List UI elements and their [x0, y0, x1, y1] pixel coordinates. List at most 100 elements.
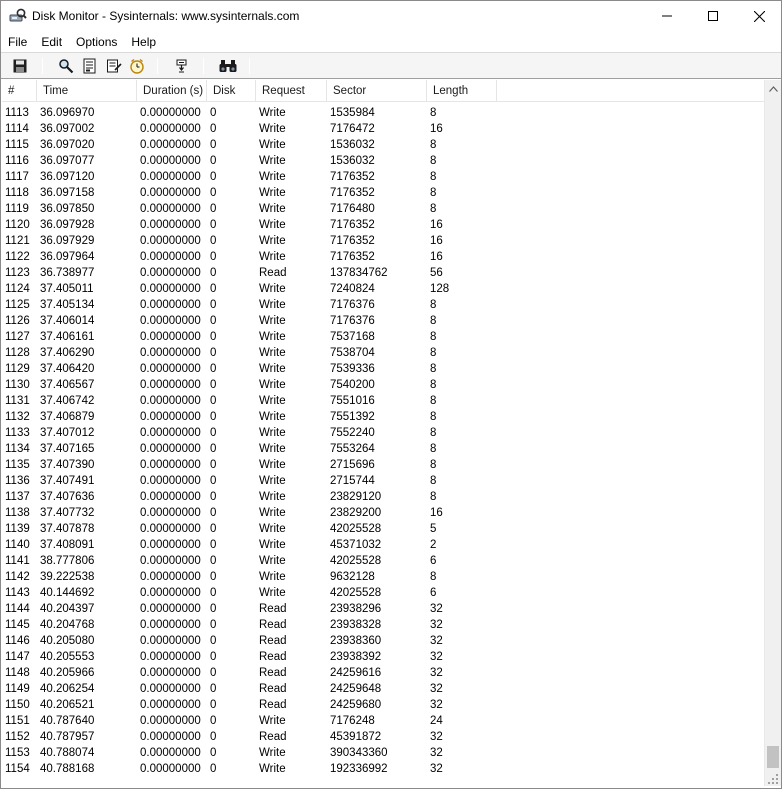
table-row[interactable]: 1124 37.405011 0.00000000 0 Write 7240824 128	[2, 281, 764, 297]
cell-disk: 0	[210, 491, 217, 503]
close-button[interactable]	[736, 1, 782, 31]
table-row[interactable]: 1130 37.406567 0.00000000 0 Write 7540200 8	[2, 377, 764, 393]
table-row[interactable]: 1138 37.407732 0.00000000 0 Write 23829200 16	[2, 505, 764, 521]
table-row[interactable]: 1147 40.205553 0.00000000 0 Read 23938392 32	[2, 649, 764, 665]
cell-duration: 0.00000000	[140, 683, 201, 695]
cell-duration: 0.00000000	[140, 507, 201, 519]
capture-button[interactable]	[81, 57, 99, 75]
cell-disk: 0	[210, 123, 217, 135]
table-row[interactable]: 1148 40.205966 0.00000000 0 Read 24259616 32	[2, 665, 764, 681]
find-button[interactable]	[57, 57, 75, 75]
table-row[interactable]: 1134 37.407165 0.00000000 0 Write 7553264 8	[2, 441, 764, 457]
cell-index: 1141	[5, 555, 30, 567]
table-row[interactable]: 1139 37.407878 0.00000000 0 Write 42025528 5	[2, 521, 764, 537]
cell-time: 40.787957	[40, 731, 95, 743]
maximize-button[interactable]	[690, 1, 736, 31]
cell-sector: 23938360	[330, 635, 382, 647]
cell-index: 1115	[5, 139, 29, 151]
find-binoculars-button[interactable]	[219, 57, 237, 75]
table-row[interactable]: 1137 37.407636 0.00000000 0 Write 23829120 8	[2, 489, 764, 505]
menu-edit[interactable]: Edit	[34, 32, 69, 52]
cell-length: 32	[430, 731, 443, 743]
title-bar[interactable]: Disk Monitor - Sysinternals: www.sysinte…	[1, 1, 781, 32]
scroll-thumb[interactable]	[767, 746, 779, 768]
table-row[interactable]: 1115 36.097020 0.00000000 0 Write 1536032 8	[2, 137, 764, 153]
table-row[interactable]: 1152 40.787957 0.00000000 0 Read 45391872 32	[2, 729, 764, 745]
menu-file[interactable]: File	[1, 32, 34, 52]
table-row[interactable]: 1117 36.097120 0.00000000 0 Write 7176352 8	[2, 169, 764, 185]
table-row[interactable]: 1135 37.407390 0.00000000 0 Write 2715696 8	[2, 457, 764, 473]
table-row[interactable]: 1141 38.777806 0.00000000 0 Write 42025528 6	[2, 553, 764, 569]
cell-index: 1145	[5, 619, 30, 631]
table-row[interactable]: 1128 37.406290 0.00000000 0 Write 7538704 8	[2, 345, 764, 361]
table-row[interactable]: 1114 36.097002 0.00000000 0 Write 7176472 16	[2, 121, 764, 137]
table-row[interactable]: 1150 40.206521 0.00000000 0 Read 24259680 32	[2, 697, 764, 713]
table-row[interactable]: 1116 36.097077 0.00000000 0 Write 1536032 8	[2, 153, 764, 169]
resize-grip[interactable]	[764, 768, 781, 786]
table-row[interactable]: 1132 37.406879 0.00000000 0 Write 7551392 8	[2, 409, 764, 425]
cell-time: 40.205080	[40, 635, 95, 647]
table-row[interactable]: 1154 40.788168 0.00000000 0 Write 192336992 32	[2, 761, 764, 777]
column-header-duration[interactable]: Duration (s)	[137, 80, 207, 102]
column-header-sector[interactable]: Sector	[327, 80, 427, 102]
table-row[interactable]: 1122 36.097964 0.00000000 0 Write 7176352 16	[2, 249, 764, 265]
table-row[interactable]: 1126 37.406014 0.00000000 0 Write 7176376 8	[2, 313, 764, 329]
cell-time: 37.407390	[40, 459, 95, 471]
cell-length: 5	[430, 523, 437, 535]
cell-request: Read	[259, 267, 287, 279]
cell-disk: 0	[210, 683, 217, 695]
cell-time: 38.777806	[40, 555, 95, 567]
menu-options[interactable]: Options	[69, 32, 124, 52]
scroll-up-button[interactable]	[765, 80, 782, 97]
cell-request: Write	[259, 347, 286, 359]
cell-index: 1144	[5, 603, 30, 615]
cell-duration: 0.00000000	[140, 635, 201, 647]
cell-disk: 0	[210, 379, 217, 391]
cell-request: Read	[259, 603, 287, 615]
table-row[interactable]: 1125 37.405134 0.00000000 0 Write 7176376 8	[2, 297, 764, 313]
table-row[interactable]: 1129 37.406420 0.00000000 0 Write 7539336 8	[2, 361, 764, 377]
table-row[interactable]: 1123 36.738977 0.00000000 0 Read 137834762 56	[2, 265, 764, 281]
table-row[interactable]: 1118 36.097158 0.00000000 0 Write 7176352 8	[2, 185, 764, 201]
cell-time: 37.407012	[40, 427, 95, 439]
table-row[interactable]: 1143 40.144692 0.00000000 0 Write 42025528 6	[2, 585, 764, 601]
disk-monitor-icon[interactable]	[9, 8, 27, 24]
menu-help[interactable]: Help	[124, 32, 163, 52]
minimize-button[interactable]	[644, 1, 690, 31]
table-row[interactable]: 1151 40.787640 0.00000000 0 Write 7176248 24	[2, 713, 764, 729]
cell-index: 1148	[5, 667, 30, 679]
table-row[interactable]: 1149 40.206254 0.00000000 0 Read 24259648 32	[2, 681, 764, 697]
column-header-request[interactable]: Request	[256, 80, 327, 102]
table-row[interactable]: 1133 37.407012 0.00000000 0 Write 7552240 8	[2, 425, 764, 441]
cell-disk: 0	[210, 555, 217, 567]
column-header-time[interactable]: Time	[37, 80, 137, 102]
column-header-length[interactable]: Length	[427, 80, 497, 102]
column-header-disk[interactable]: Disk	[207, 80, 256, 102]
table-row[interactable]: 1131 37.406742 0.00000000 0 Write 7551016 8	[2, 393, 764, 409]
table-row[interactable]: 1153 40.788074 0.00000000 0 Write 390343360 32	[2, 745, 764, 761]
filter-button[interactable]	[173, 57, 191, 75]
cell-request: Write	[259, 123, 286, 135]
vertical-scrollbar[interactable]	[764, 80, 781, 786]
table-row[interactable]: 1136 37.407491 0.00000000 0 Write 2715744 8	[2, 473, 764, 489]
table-row[interactable]: 1120 36.097928 0.00000000 0 Write 7176352 16	[2, 217, 764, 233]
table-row[interactable]: 1127 37.406161 0.00000000 0 Write 7537168 8	[2, 329, 764, 345]
time-format-button[interactable]	[128, 57, 146, 75]
column-header-index[interactable]: #	[2, 80, 37, 102]
cell-time: 36.097158	[40, 187, 95, 199]
table-row[interactable]: 1146 40.205080 0.00000000 0 Read 23938360 32	[2, 633, 764, 649]
save-button[interactable]	[11, 57, 29, 75]
table-row[interactable]: 1119 36.097850 0.00000000 0 Write 7176480 8	[2, 201, 764, 217]
cell-index: 1121	[5, 235, 30, 247]
event-list[interactable]: # Time Duration (s) Disk Request Sector …	[2, 80, 764, 786]
table-row[interactable]: 1145 40.204768 0.00000000 0 Read 23938328 32	[2, 617, 764, 633]
table-row[interactable]: 1121 36.097929 0.00000000 0 Write 7176352 16	[2, 233, 764, 249]
cell-time: 36.738977	[40, 267, 95, 279]
table-row[interactable]: 1142 39.222538 0.00000000 0 Write 9632128 8	[2, 569, 764, 585]
cell-time: 37.406567	[40, 379, 95, 391]
table-row[interactable]: 1140 37.408091 0.00000000 0 Write 45371032 2	[2, 537, 764, 553]
autoscroll-button[interactable]	[105, 57, 123, 75]
table-row[interactable]: 1144 40.204397 0.00000000 0 Read 23938296 32	[2, 601, 764, 617]
table-row[interactable]: 1113 36.096970 0.00000000 0 Write 1535984 8	[2, 105, 764, 121]
cell-sector: 23829120	[330, 491, 382, 503]
